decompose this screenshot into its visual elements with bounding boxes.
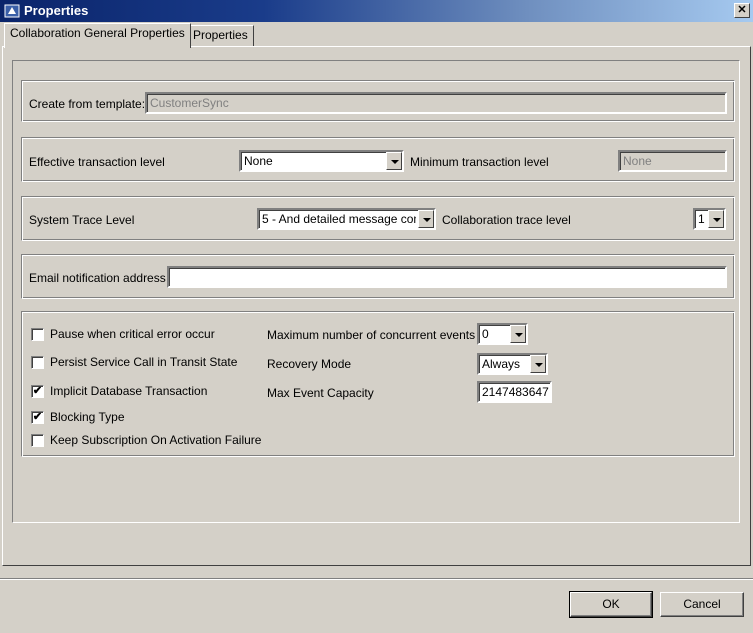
minimum-transaction-label: Minimum transaction level [410, 155, 549, 169]
system-trace-value: 5 - And detailed message content [262, 212, 416, 226]
effective-transaction-value: None [244, 154, 273, 168]
email-field[interactable] [167, 266, 727, 288]
effective-transaction-label: Effective transaction level [29, 155, 165, 169]
tab-label: Properties [193, 28, 248, 42]
title-bar: Properties ✕ [0, 0, 753, 22]
recovery-mode-select[interactable]: Always [477, 353, 548, 375]
chevron-down-icon[interactable] [510, 325, 526, 343]
max-concurrent-label: Maximum number of concurrent events [267, 328, 476, 342]
system-trace-select[interactable]: 5 - And detailed message content [257, 208, 436, 230]
blocking-type-checkbox[interactable]: ✔ [31, 411, 44, 424]
implicit-db-checkbox[interactable]: ✔ [31, 385, 44, 398]
max-concurrent-select[interactable]: 0 [477, 323, 528, 345]
recovery-mode-value: Always [482, 357, 521, 371]
blocking-type-label: Blocking Type [50, 410, 125, 424]
keep-subscription-label: Keep Subscription On Activation Failure [50, 433, 262, 447]
persist-checkbox[interactable] [31, 356, 44, 369]
minimum-transaction-field: None [618, 150, 727, 172]
collaboration-trace-label: Collaboration trace level [442, 213, 571, 227]
chevron-down-icon[interactable] [386, 152, 402, 170]
checkmark-icon: ✔ [32, 411, 43, 423]
system-trace-label: System Trace Level [29, 213, 135, 227]
ok-button[interactable]: OK [569, 591, 653, 618]
effective-transaction-select[interactable]: None [239, 150, 404, 172]
close-button[interactable]: ✕ [734, 3, 750, 18]
cancel-button[interactable]: Cancel [660, 592, 744, 617]
tab-collaboration-general-properties[interactable]: Collaboration General Properties [4, 23, 191, 48]
email-label: Email notification address [29, 271, 166, 285]
template-field: CustomerSync [145, 92, 727, 114]
tab-label: Collaboration General Properties [10, 26, 185, 40]
window-title: Properties [24, 3, 89, 18]
chevron-down-icon[interactable] [708, 210, 724, 228]
chevron-down-icon[interactable] [418, 210, 434, 228]
recovery-mode-label: Recovery Mode [267, 357, 352, 371]
close-icon: ✕ [737, 4, 747, 16]
max-capacity-field[interactable]: 2147483647 [477, 381, 552, 403]
checkmark-icon: ✔ [32, 385, 43, 397]
chevron-down-icon[interactable] [530, 355, 546, 373]
pause-label: Pause when critical error occur [50, 327, 215, 341]
keep-subscription-checkbox[interactable] [31, 434, 44, 447]
pause-checkbox[interactable] [31, 328, 44, 341]
implicit-db-label: Implicit Database Transaction [50, 384, 208, 398]
template-label: Create from template: [29, 97, 146, 111]
max-capacity-label: Max Event Capacity [267, 386, 374, 400]
tab-properties[interactable]: Properties [187, 25, 254, 47]
max-concurrent-value: 0 [482, 327, 489, 341]
collaboration-trace-select[interactable]: 1 [693, 208, 726, 230]
persist-label: Persist Service Call in Transit State [50, 355, 238, 369]
collaboration-trace-value: 1 [698, 212, 705, 226]
app-icon [4, 4, 20, 18]
button-bar-separator [0, 578, 753, 580]
